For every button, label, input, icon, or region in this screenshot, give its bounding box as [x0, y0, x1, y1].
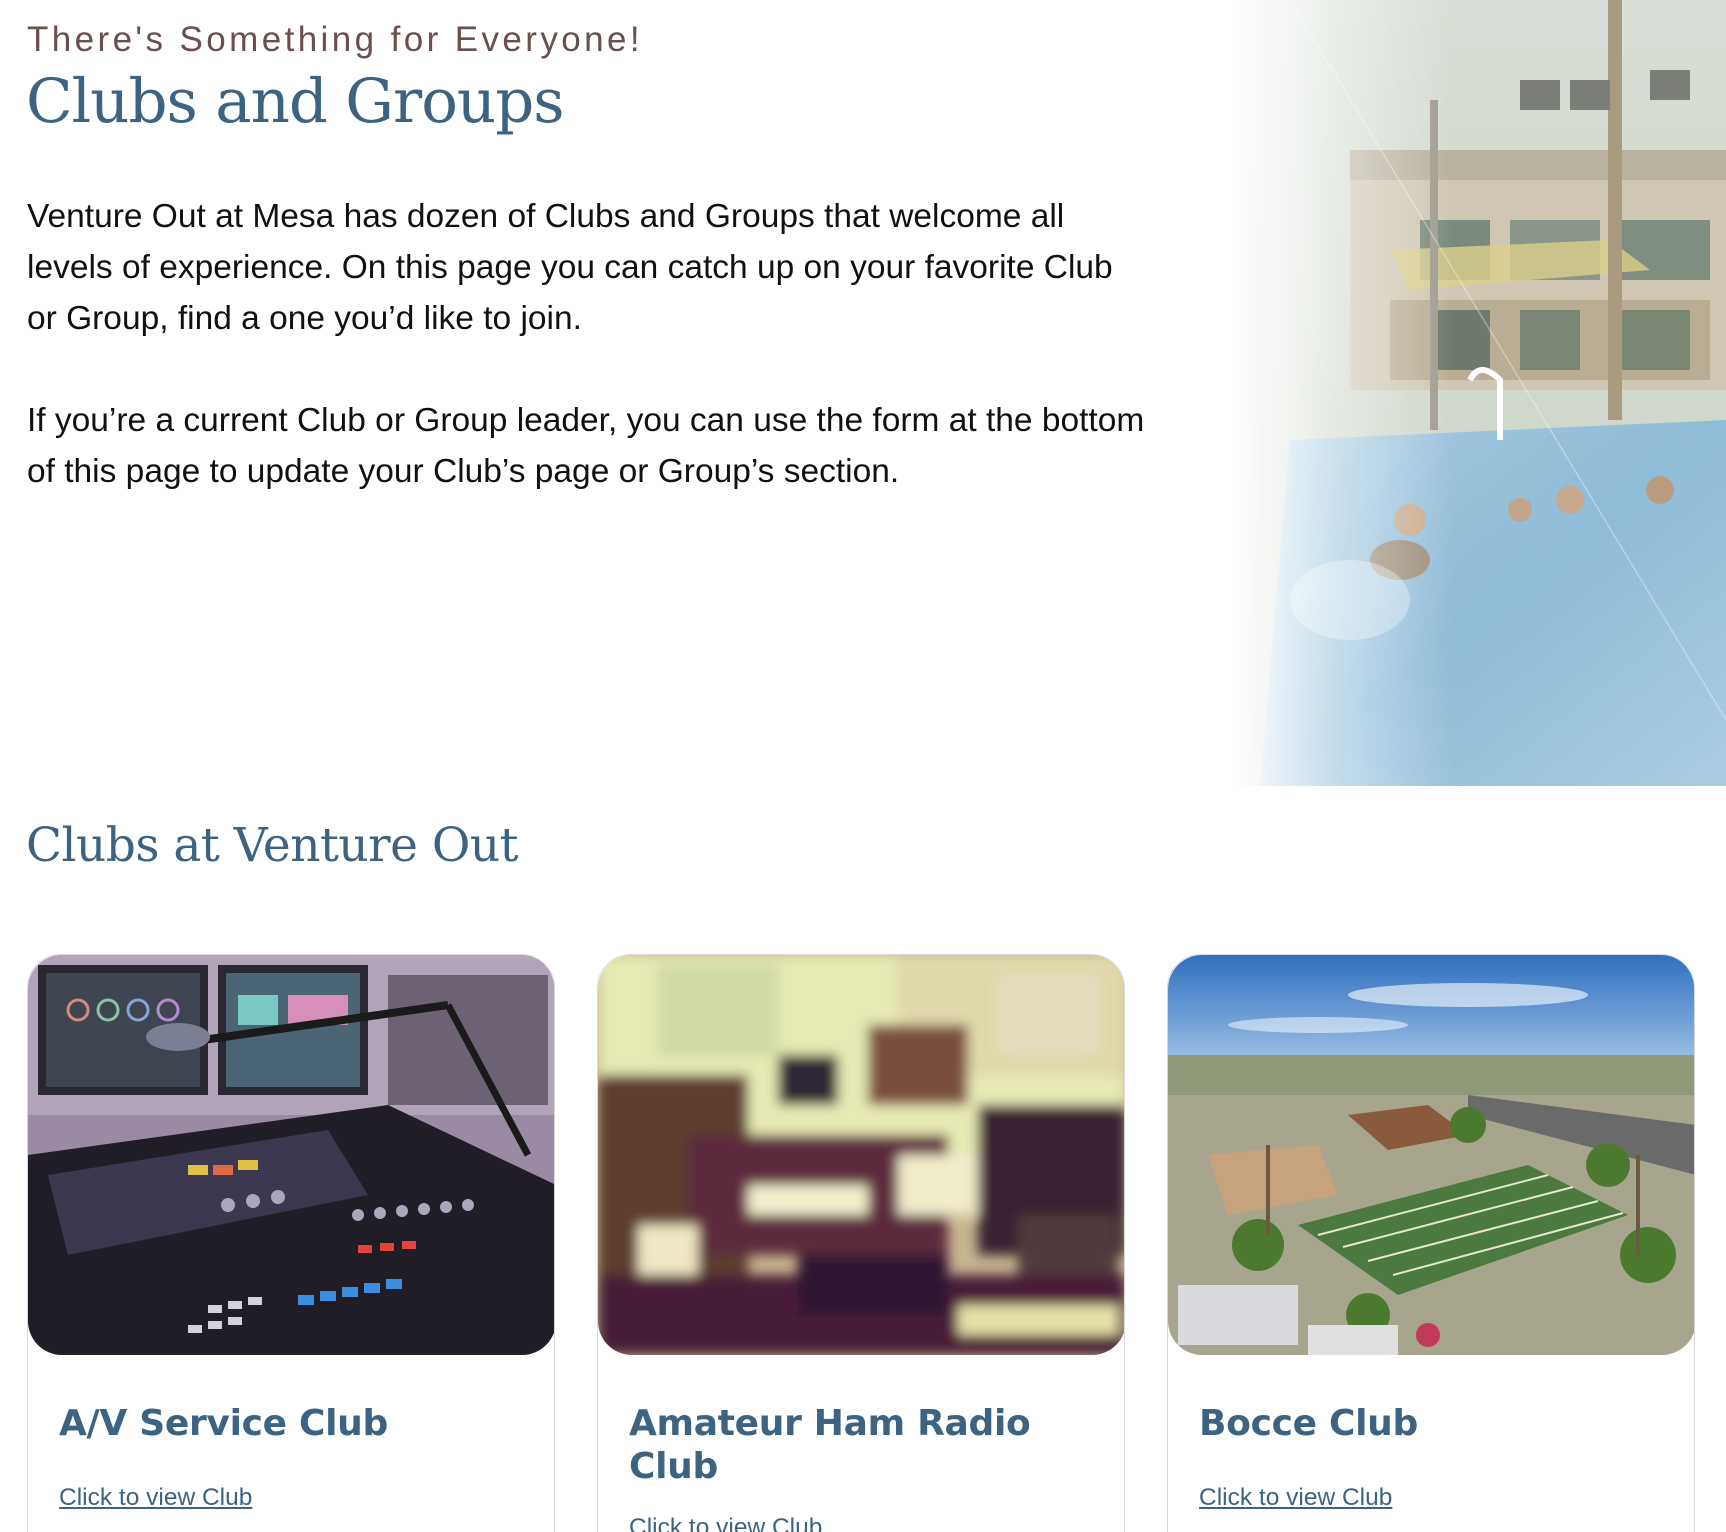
club-card-ham-radio[interactable]: Amateur Ham Radio Club Click to view Clu… [597, 954, 1125, 1532]
ham-radio-image [598, 955, 1124, 1355]
hero-eyebrow: There's Something for Everyone! [27, 20, 643, 59]
view-club-link[interactable]: Click to view Club [1199, 1484, 1392, 1512]
club-card-title: Amateur Ham Radio Club [629, 1403, 1031, 1487]
clubs-section-title: Clubs at Venture Out [26, 818, 519, 873]
club-card-bocce[interactable]: Bocce Club Click to view Club [1167, 954, 1695, 1532]
intro-paragraph: Venture Out at Mesa has dozen of Clubs a… [27, 198, 1113, 337]
intro-text: Venture Out at Mesa has dozen of Clubs a… [27, 191, 1147, 497]
view-club-link[interactable]: Click to view Club [629, 1514, 822, 1532]
hero-pool-image [1230, 0, 1726, 786]
club-card-title: Bocce Club [1199, 1403, 1418, 1444]
club-card-title: A/V Service Club [59, 1403, 388, 1444]
page-title: Clubs and Groups [26, 66, 565, 137]
club-card-av-service[interactable]: A/V Service Club Click to view Club [27, 954, 555, 1532]
view-club-link[interactable]: Click to view Club [59, 1484, 252, 1512]
intro-paragraph: If you’re a current Club or Group leader… [27, 402, 1145, 490]
page: There's Something for Everyone! Clubs an… [0, 0, 1726, 1532]
audio-mixer-image [28, 955, 554, 1355]
bocce-courts-aerial-image [1168, 955, 1694, 1355]
